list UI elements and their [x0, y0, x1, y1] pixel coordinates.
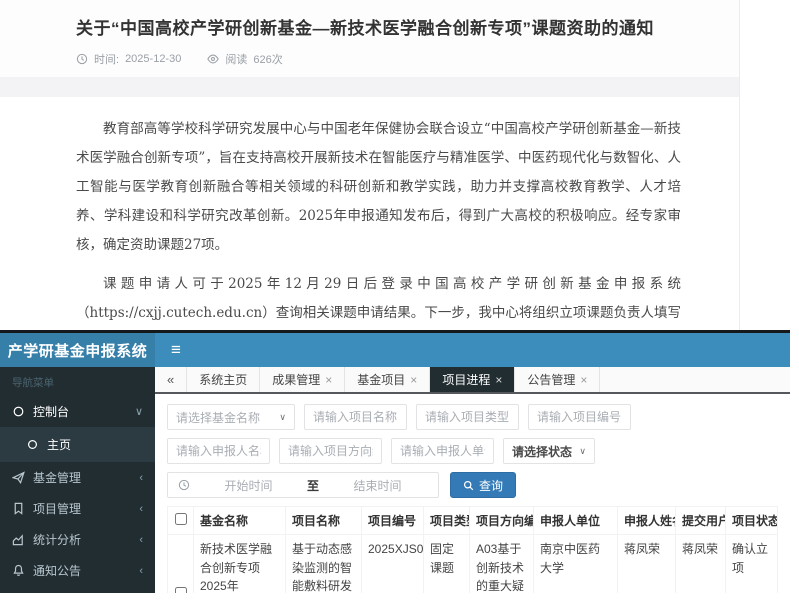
project-name-input[interactable]: [304, 404, 407, 430]
circle-icon: [26, 438, 39, 451]
read-count: 626次: [253, 51, 282, 67]
bookmark-icon: [12, 502, 25, 515]
app-brand[interactable]: 产学研基金申报系统: [0, 333, 155, 367]
notice-paragraph: 课题申请人可于2025年12月29日后登录中国高校产学研创新基金申报系统（htt…: [76, 270, 681, 330]
top-navbar: ≡: [155, 333, 790, 367]
sidebar-item-fund-management[interactable]: 基金管理 ‹: [0, 462, 155, 493]
direction-code-input[interactable]: [279, 438, 382, 464]
applicant-name-input[interactable]: [167, 438, 270, 464]
app-header: 产学研基金申报系统 ≡: [0, 333, 790, 367]
tab-system-home[interactable]: 系统主页: [187, 367, 260, 392]
fund-name-select[interactable]: 请选择基金名称 ∨: [167, 404, 295, 430]
close-icon[interactable]: ×: [410, 374, 417, 386]
start-date-placeholder[interactable]: 开始时间: [198, 477, 299, 494]
time-value: 2025-12-30: [125, 53, 181, 65]
time-label: 时间:: [94, 51, 119, 67]
notice-body: 教育部高等学校科学研究发展中心与中国老年保健协会联合设立“中国高校产学研创新基金…: [0, 97, 739, 330]
cell-direction-code: A03基于创新技术的重大疑难疾病防治技术转化研究: [470, 535, 534, 594]
cell-project-status: 确认立项: [726, 535, 778, 594]
column-header[interactable]: 申报人姓名: [618, 507, 676, 535]
sidebar-item-home[interactable]: 主页: [0, 427, 155, 462]
chevron-left-icon: ‹: [139, 503, 143, 515]
date-separator: 至: [307, 477, 319, 494]
project-code-input[interactable]: [528, 404, 631, 430]
notice-divider: [0, 77, 739, 97]
chevron-down-icon: ∨: [279, 412, 286, 423]
chevron-down-icon: ∨: [579, 446, 586, 457]
dashboard-icon: [12, 405, 25, 418]
sidebar-item-project-management[interactable]: 项目管理 ‹: [0, 493, 155, 524]
sidebar-toggle-icon[interactable]: ≡: [155, 333, 197, 367]
sidebar-item-statistics[interactable]: 统计分析 ‹: [0, 524, 155, 555]
select-all-checkbox[interactable]: [175, 513, 187, 525]
cell-applicant-name: 蒋凤荣: [618, 535, 676, 594]
sidebar-item-console[interactable]: 控制台 ∨: [0, 396, 155, 427]
cell-project-code: 2025XJS009: [362, 535, 424, 594]
sidebar-item-announcements[interactable]: 通知公告 ‹: [0, 555, 155, 586]
chevron-left-icon: ‹: [139, 472, 143, 484]
notice-page: 关于“中国高校产学研创新基金—新技术医学融合创新专项”课题资助的通知 时间: 2…: [0, 0, 740, 330]
cell-project-type: 固定课题: [424, 535, 470, 594]
filter-row-3: 开始时间 至 结束时间 查询: [167, 472, 778, 498]
projects-table: 基金名称 项目名称 项目编号 项目类型 项目方向编号 申报人单位 申报人姓名 提…: [167, 506, 778, 593]
close-icon[interactable]: ×: [325, 374, 332, 386]
filter-row-1: 请选择基金名称 ∨: [167, 404, 778, 430]
sidebar-section-label: 导航菜单: [0, 367, 155, 396]
column-header[interactable]: 项目类型: [424, 507, 470, 535]
clock-icon: [76, 53, 88, 65]
notice-title: 关于“中国高校产学研创新基金—新技术医学融合创新专项”课题资助的通知: [76, 14, 715, 39]
cell-project-name: 基于动态感染监测的智能敷料研发与临床转化应用: [286, 535, 362, 594]
end-date-placeholder[interactable]: 结束时间: [327, 477, 428, 494]
notice-paragraph: 教育部高等学校科学研究发展中心与中国老年保健协会联合设立“中国高校产学研创新基金…: [76, 115, 681, 260]
tab-project-progress[interactable]: 项目进程 ×: [430, 367, 515, 392]
column-header[interactable]: 项目状态: [726, 507, 778, 535]
tab-bar: « 系统主页 成果管理 × 基金项目 × 项目进程 × 公告管理: [155, 367, 790, 394]
tab-content: 请选择基金名称 ∨ 请选择状态 ∨: [155, 394, 790, 593]
table-row[interactable]: 新技术医学融合创新专项2025年 基于动态感染监测的智能敷料研发与临床转化应用 …: [168, 535, 778, 594]
close-icon[interactable]: ×: [580, 374, 587, 386]
status-select[interactable]: 请选择状态 ∨: [503, 438, 595, 464]
tab-achievement-management[interactable]: 成果管理 ×: [260, 367, 345, 392]
cell-applicant-org: 南京中医药大学: [534, 535, 618, 594]
search-icon: [463, 480, 474, 491]
read-label: 阅读: [225, 51, 247, 67]
column-header[interactable]: 申报人单位: [534, 507, 618, 535]
console-submenu: 主页: [0, 427, 155, 462]
column-header[interactable]: 提交用户: [676, 507, 726, 535]
project-type-input[interactable]: [416, 404, 519, 430]
notice-meta: 时间: 2025-12-30 阅读 626次: [76, 51, 715, 77]
chart-icon: [12, 533, 25, 546]
filter-row-2: 请选择状态 ∨: [167, 438, 778, 464]
close-icon[interactable]: ×: [495, 374, 502, 386]
eye-icon: [207, 53, 219, 65]
column-header[interactable]: 项目方向编号: [470, 507, 534, 535]
notice-header: 关于“中国高校产学研创新基金—新技术医学融合创新专项”课题资助的通知 时间: 2…: [0, 0, 739, 77]
applicant-org-input[interactable]: [391, 438, 494, 464]
cell-submit-user: 蒋凤荣: [676, 535, 726, 594]
tab-fund-projects[interactable]: 基金项目 ×: [345, 367, 430, 392]
column-header[interactable]: 基金名称: [194, 507, 286, 535]
tabs-scroll-left-button[interactable]: «: [155, 367, 187, 392]
date-range-input[interactable]: 开始时间 至 结束时间: [167, 472, 439, 498]
cell-fund-name: 新技术医学融合创新专项2025年: [194, 535, 286, 594]
chevron-left-icon: ‹: [139, 565, 143, 577]
send-icon: [12, 471, 25, 484]
chevron-left-icon: ‹: [139, 534, 143, 546]
chevron-down-icon: ∨: [135, 405, 143, 418]
row-checkbox[interactable]: [175, 587, 187, 593]
search-button[interactable]: 查询: [450, 472, 516, 498]
column-header[interactable]: 项目编号: [362, 507, 424, 535]
sidebar: 导航菜单 控制台 ∨ 主页 基金管理 ‹ 项目管理 ‹: [0, 367, 155, 593]
clock-icon: [178, 479, 190, 491]
tab-announcement-management[interactable]: 公告管理 ×: [515, 367, 600, 392]
table-header-row: 基金名称 项目名称 项目编号 项目类型 项目方向编号 申报人单位 申报人姓名 提…: [168, 507, 778, 535]
bell-icon: [12, 564, 25, 577]
column-header[interactable]: 项目名称: [286, 507, 362, 535]
fund-application-system-window: 产学研基金申报系统 ≡ 导航菜单 控制台 ∨ 主页 基金管理 ‹: [0, 330, 790, 593]
